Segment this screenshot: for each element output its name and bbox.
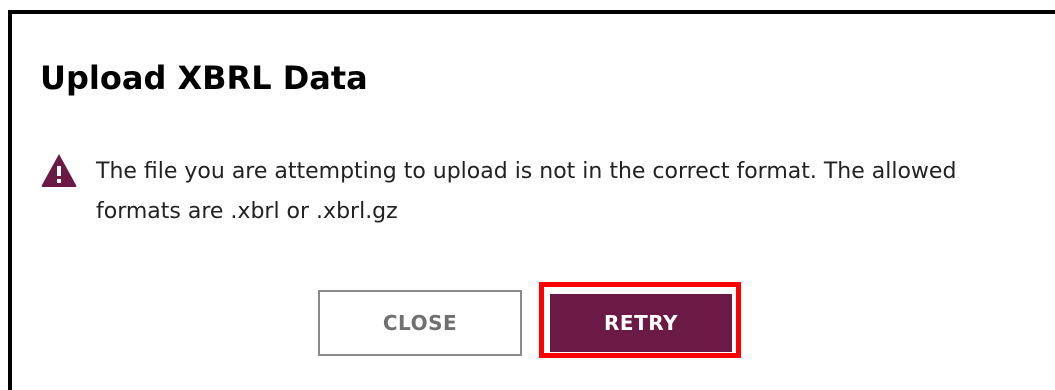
- warning-triangle-icon: [41, 154, 77, 187]
- dialog-title: Upload XBRL Data: [40, 59, 368, 97]
- error-message: The file you are attempting to upload is…: [96, 159, 957, 224]
- close-button[interactable]: CLOSE: [318, 290, 522, 356]
- upload-xbrl-dialog: Upload XBRL Data The file you are attemp…: [8, 10, 1055, 390]
- retry-button[interactable]: RETRY: [550, 294, 732, 352]
